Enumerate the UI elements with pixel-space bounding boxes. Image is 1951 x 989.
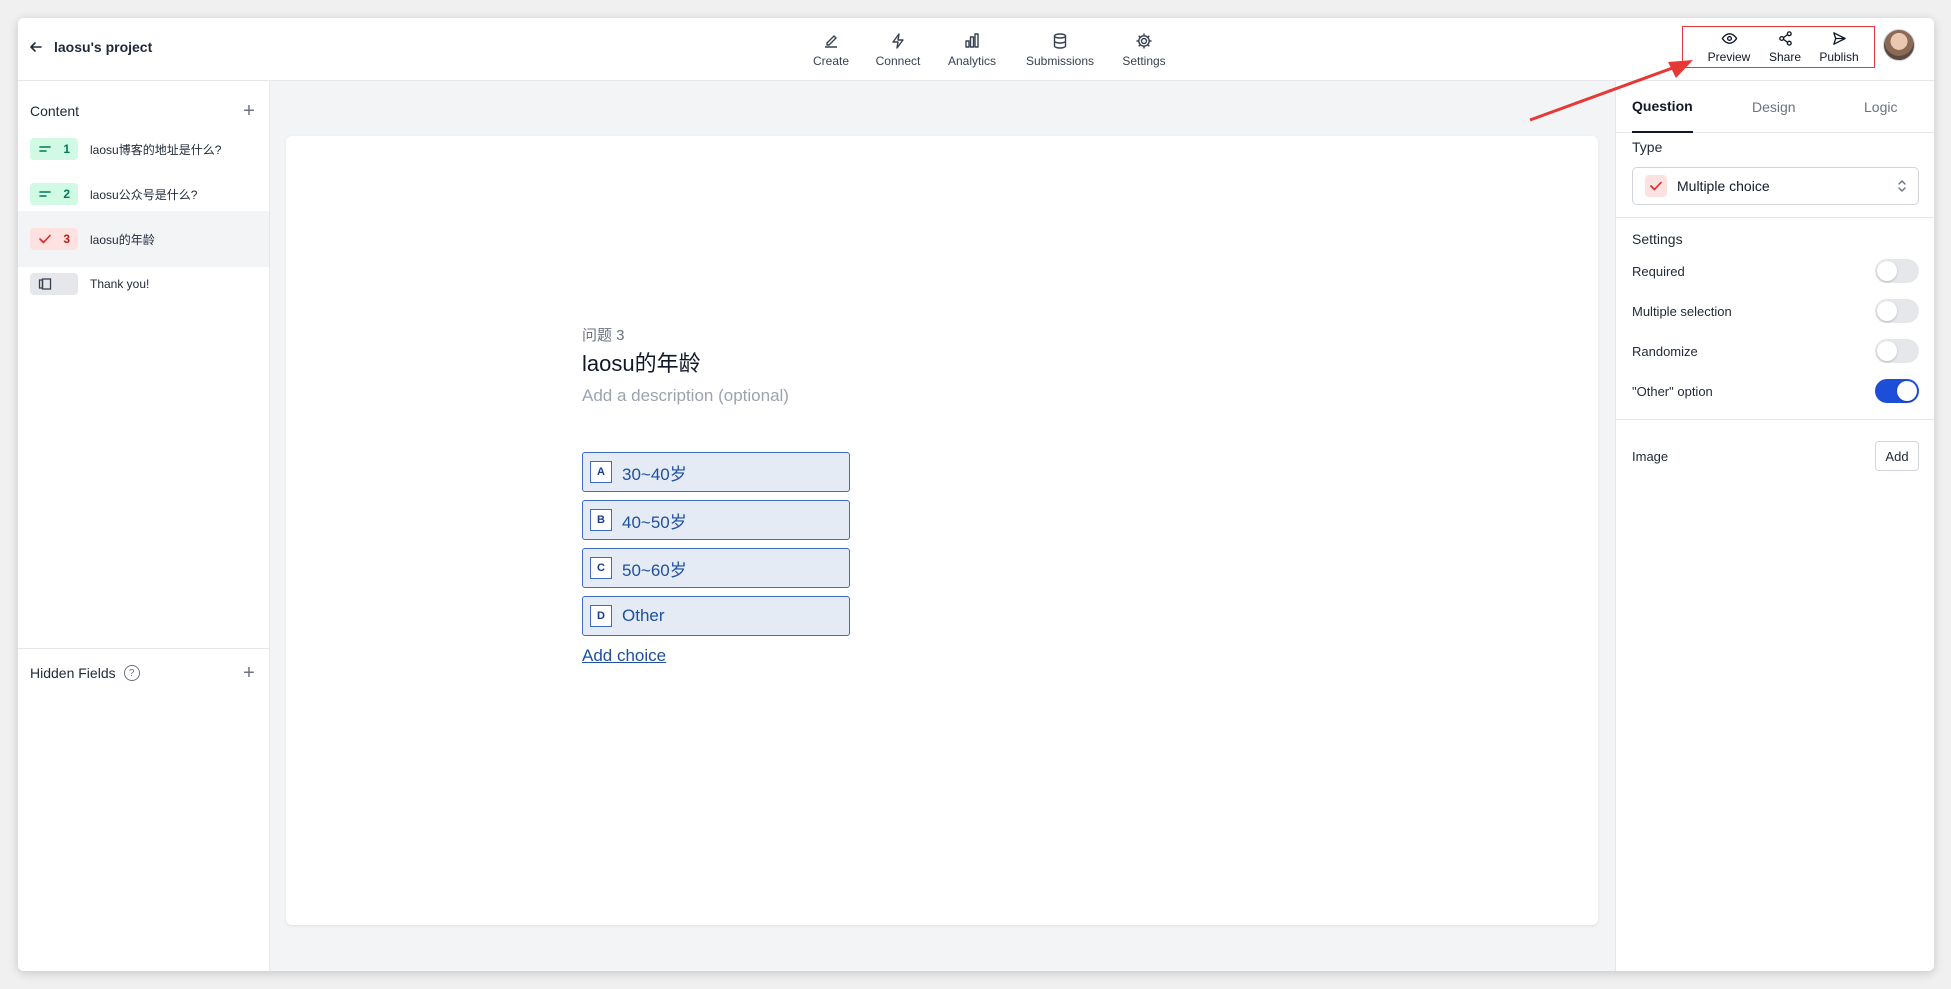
publish-button[interactable]: Publish [1812,26,1866,68]
send-icon [1832,32,1846,45]
add-content-button[interactable]: + [240,101,258,121]
bar-chart-icon [965,33,979,48]
main-nav: Create Connect Analytics Submissions Set… [18,24,1934,76]
choice-option[interactable]: C 50~60岁 [582,548,850,588]
choice-key: D [590,605,612,627]
share-label: Share [1768,50,1802,64]
question-type-select[interactable]: Multiple choice [1632,167,1919,205]
setting-multiple-selection: Multiple selection [1632,299,1919,323]
choice-key: C [590,557,612,579]
hidden-fields-label: Hidden Fields [30,665,116,681]
pencil-square-icon [825,35,837,48]
section-divider [1616,217,1934,218]
multiple-choice-badge: 3 [30,228,78,250]
question-number-label: 问题 3 [582,327,625,344]
question-number: 2 [63,187,70,201]
short-text-icon [39,146,51,152]
database-icon [1053,33,1067,49]
nav-analytics-label: Analytics [947,54,997,68]
tab-logic[interactable]: Logic [1864,81,1897,133]
content-title: Content [30,103,80,119]
tab-question[interactable]: Question [1632,81,1693,133]
share-button[interactable]: Share [1758,26,1812,68]
nav-create-label: Create [812,54,850,68]
nav-settings[interactable]: Settings [1101,24,1187,76]
question-number: 1 [63,142,70,156]
nav-submissions-label: Submissions [1025,54,1095,68]
ending-badge [30,273,78,295]
sidebar-item-label: laosu公众号是什么? [90,187,198,202]
sidebar-item-label: laosu的年龄 [90,232,155,247]
checkmark-icon [1650,181,1662,191]
checkmark-icon [39,234,51,244]
choice-option[interactable]: D Other [582,596,850,636]
choice-list: A 30~40岁 B 40~50岁 C 50~60岁 D Other [582,452,850,644]
setting-label: Required [1632,263,1685,279]
settings-section-title: Settings [1632,231,1683,247]
panel-tabs: Question Design Logic [1616,81,1934,133]
question-number: 3 [63,232,70,246]
preview-label: Preview [1707,50,1751,64]
setting-randomize: Randomize [1632,339,1919,363]
hidden-fields-header: Hidden Fields ? + [30,661,258,685]
chevron-up-down-icon [1898,180,1906,192]
short-text-badge: 2 [30,183,78,205]
question-card: 问题 3 laosu的年龄 Add a description (optiona… [286,136,1598,925]
editor-canvas: 问题 3 laosu的年龄 Add a description (optiona… [270,81,1615,971]
add-image-button[interactable]: Add [1875,441,1919,471]
choice-key: B [590,509,612,531]
setting-label: Multiple selection [1632,303,1732,319]
type-section-title: Type [1632,139,1663,155]
eye-icon [1721,33,1737,44]
add-choice-link[interactable]: Add choice [582,646,666,666]
preview-button[interactable]: Preview [1702,26,1756,68]
image-section-title: Image [1632,448,1669,464]
choice-label[interactable]: 40~50岁 [622,508,687,533]
question-type-value: Multiple choice [1677,178,1770,194]
nav-analytics[interactable]: Analytics [929,24,1015,76]
sidebar-item-thank-you[interactable]: Thank you! [18,256,269,312]
top-header: laosu's project Create Connect Analytics… [18,18,1934,81]
question-description-placeholder[interactable]: Add a description (optional) [582,386,789,406]
setting-other-option: "Other" option [1632,379,1919,403]
publish-label: Publish [1819,50,1859,64]
multiple-choice-icon [1645,175,1667,197]
choice-label[interactable]: 30~40岁 [622,460,687,485]
short-text-icon [39,191,51,197]
section-divider [1616,419,1934,420]
help-icon[interactable]: ? [123,665,140,681]
tab-design[interactable]: Design [1752,81,1796,133]
choice-label[interactable]: 50~60岁 [622,556,687,581]
short-text-badge: 1 [30,138,78,160]
other-option-toggle[interactable] [1875,379,1919,403]
multiple-selection-toggle[interactable] [1875,299,1919,323]
nav-submissions[interactable]: Submissions [1017,24,1103,76]
setting-label: Randomize [1632,343,1698,359]
choice-option[interactable]: B 40~50岁 [582,500,850,540]
hidden-fields-section: Hidden Fields ? + [18,648,269,696]
properties-panel: Question Design Logic Type Multiple choi… [1615,81,1934,971]
choice-option[interactable]: A 30~40岁 [582,452,850,492]
ending-screen-icon [38,278,52,290]
choice-label[interactable]: Other [622,606,665,626]
nav-connect-label: Connect [875,54,921,68]
app-window: laosu's project Create Connect Analytics… [18,18,1934,971]
image-row: Image Add [1632,441,1919,471]
nav-settings-label: Settings [1122,54,1166,68]
share-icon [1778,31,1792,46]
randomize-toggle[interactable] [1875,339,1919,363]
gear-icon [1136,33,1152,49]
setting-label: "Other" option [1632,383,1713,399]
question-title[interactable]: laosu的年龄 [582,346,701,378]
content-sidebar: Content + 1 laosu博客的地址是什么? 2 laosu公众号是什么… [18,81,270,971]
bolt-icon [892,33,904,49]
setting-required: Required [1632,259,1919,283]
add-hidden-field-button[interactable]: + [240,663,258,683]
sidebar-item-label: Thank you! [90,277,150,291]
choice-key: A [590,461,612,483]
required-toggle[interactable] [1875,259,1919,283]
user-avatar[interactable] [1883,29,1915,61]
sidebar-item-label: laosu博客的地址是什么? [90,142,222,157]
